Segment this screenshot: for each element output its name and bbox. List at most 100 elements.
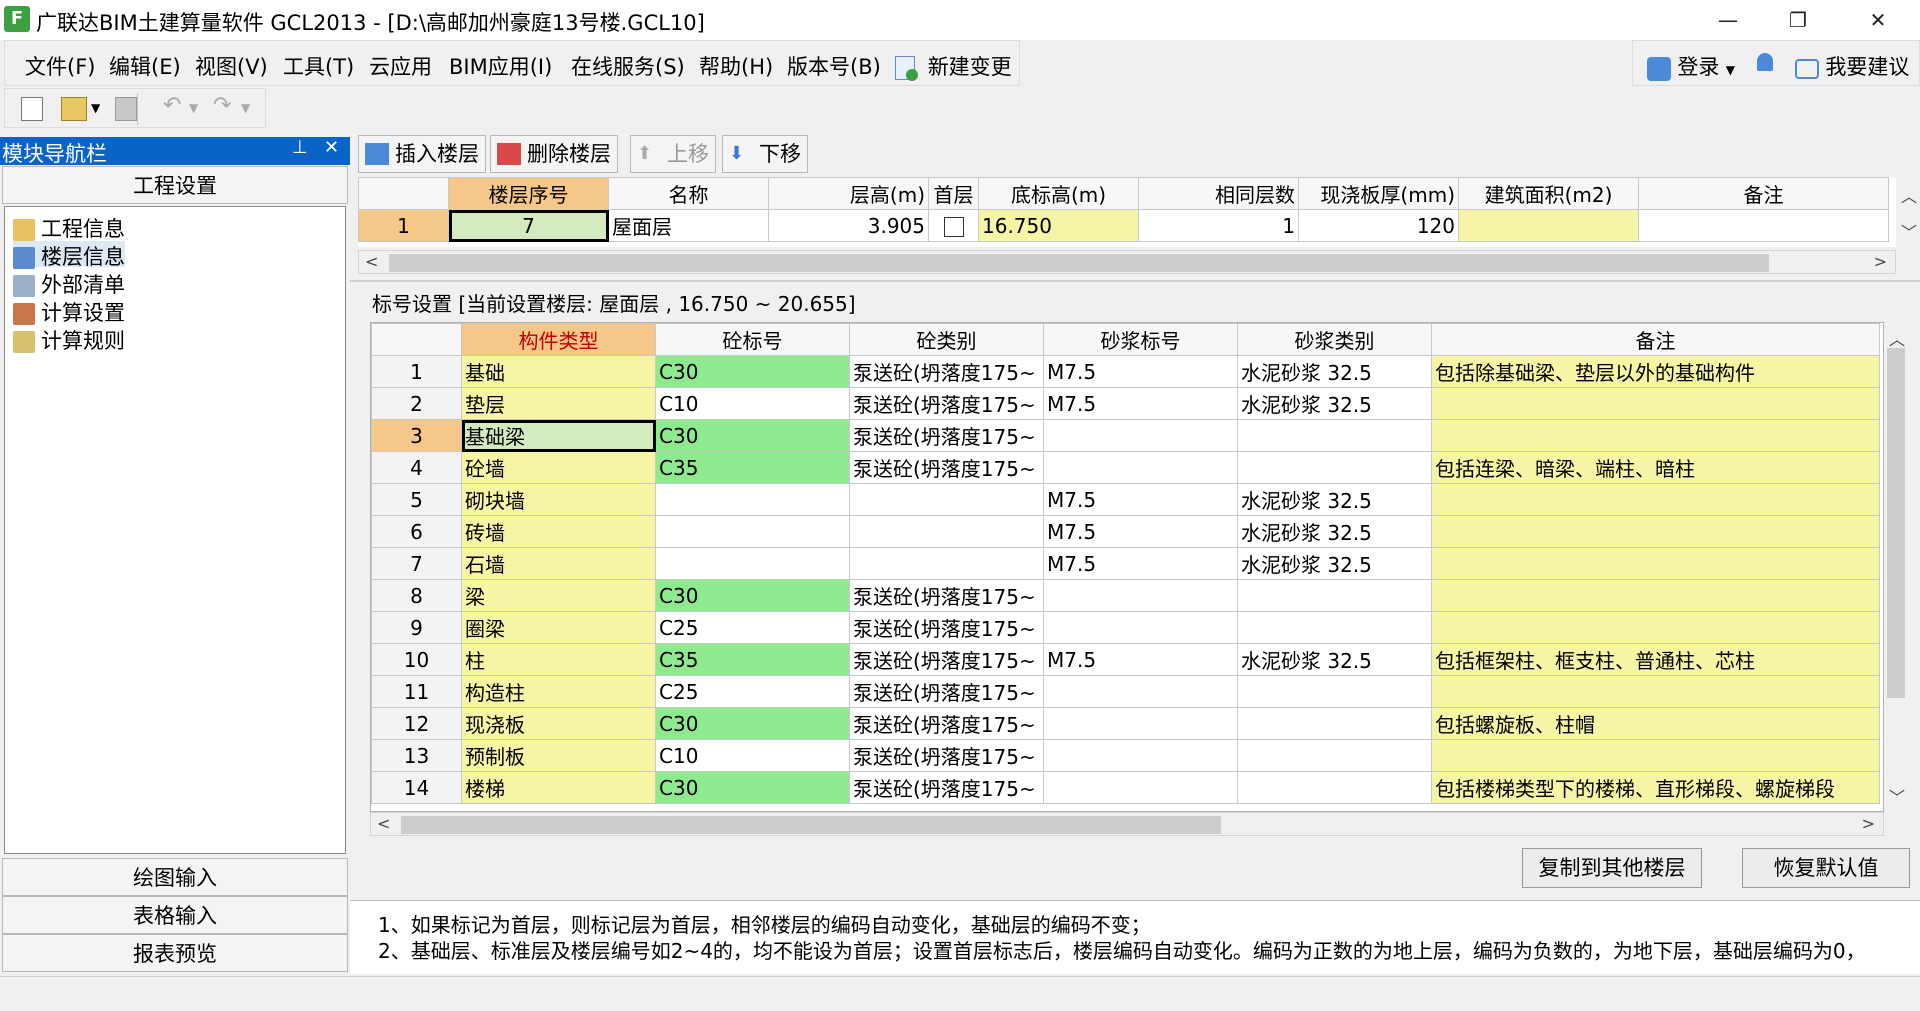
cell-category[interactable]: 泵送砼(坍落度175~: [849, 675, 1044, 708]
cell-mortar-grade[interactable]: [1043, 707, 1238, 740]
cell-mortar-category[interactable]: [1237, 451, 1432, 484]
cell-mortar-category[interactable]: [1237, 611, 1432, 644]
cell-mortar-grade[interactable]: [1043, 611, 1238, 644]
cell-mortar-category[interactable]: 水泥砂浆 32.5: [1237, 355, 1432, 388]
cell-note[interactable]: [1431, 419, 1880, 452]
cell-mortar-category[interactable]: [1237, 739, 1432, 772]
table-row[interactable]: 9 圈梁 C25 泵送砼(坍落度175~: [371, 611, 1880, 644]
grade-vscrollbar[interactable]: ︿ ﹀: [1884, 322, 1908, 812]
cell-type[interactable]: 圈梁: [461, 611, 656, 644]
restore-button[interactable]: ❐: [1766, 0, 1830, 40]
cell-grade[interactable]: [655, 483, 850, 516]
cell-mortar-category[interactable]: [1237, 675, 1432, 708]
menu-file[interactable]: 文件(F): [25, 51, 95, 81]
cell-grade[interactable]: C35: [655, 643, 850, 676]
cell-category[interactable]: 泵送砼(坍落度175~: [849, 579, 1044, 612]
cell-type[interactable]: 砌块墙: [461, 483, 656, 516]
menu-view[interactable]: 视图(V): [195, 51, 268, 81]
floor-hscrollbar[interactable]: < >: [358, 250, 1896, 274]
close-button[interactable]: ✕: [1846, 0, 1910, 40]
save-icon[interactable]: [115, 97, 137, 121]
cell-bottom[interactable]: 16.750: [978, 209, 1139, 242]
copy-to-floors-button[interactable]: 复制到其他楼层: [1522, 848, 1702, 888]
cell-mortar-grade[interactable]: [1043, 579, 1238, 612]
scroll-down-icon[interactable]: ﹀: [1901, 219, 1917, 243]
cell-area[interactable]: [1458, 209, 1639, 242]
cell-category[interactable]: 泵送砼(坍落度175~: [849, 611, 1044, 644]
cell-mortar-category[interactable]: 水泥砂浆 32.5: [1237, 387, 1432, 420]
cell-category[interactable]: [849, 515, 1044, 548]
cell-category[interactable]: 泵送砼(坍落度175~: [849, 771, 1044, 804]
scroll-thumb[interactable]: [1887, 348, 1905, 698]
cell-category[interactable]: 泵送砼(坍落度175~: [849, 739, 1044, 772]
tree-item-calc-rules[interactable]: 计算规则: [13, 325, 125, 353]
table-row[interactable]: 6 砖墙 M7.5 水泥砂浆 32.5: [371, 515, 1880, 548]
cell-mortar-grade[interactable]: M7.5: [1043, 643, 1238, 676]
cell-category[interactable]: [849, 483, 1044, 516]
cell-mortar-grade[interactable]: [1043, 771, 1238, 804]
table-row[interactable]: 14 楼梯 C30 泵送砼(坍落度175~ 包括楼梯类型下的楼梯、直形梯段、螺旋梯段: [371, 771, 1880, 804]
cell-category[interactable]: 泵送砼(坍落度175~: [849, 643, 1044, 676]
table-row[interactable]: 5 砌块墙 M7.5 水泥砂浆 32.5: [371, 483, 1880, 516]
cell-height[interactable]: 3.905: [768, 209, 929, 242]
menu-version[interactable]: 版本号(B): [787, 51, 881, 81]
first-floor-checkbox[interactable]: [943, 217, 964, 237]
scroll-thumb[interactable]: [401, 816, 1221, 834]
scroll-right-icon[interactable]: >: [1862, 814, 1875, 833]
cell-grade[interactable]: C30: [655, 771, 850, 804]
scroll-left-icon[interactable]: <: [377, 814, 390, 833]
menu-online[interactable]: 在线服务(S): [571, 51, 685, 81]
undo-dropdown-icon[interactable]: ▼: [189, 101, 198, 115]
cell-mortar-category[interactable]: 水泥砂浆 32.5: [1237, 515, 1432, 548]
tree-item-calc-settings[interactable]: 计算设置: [13, 297, 125, 325]
table-row[interactable]: 1 基础 C30 泵送砼(坍落度175~ M7.5 水泥砂浆 32.5 包括除基础梁、垫层以…: [371, 355, 1880, 388]
nav-report-preview[interactable]: 报表预览: [2, 934, 348, 972]
cell-type[interactable]: 基础: [461, 355, 656, 388]
cell-mortar-grade[interactable]: [1043, 675, 1238, 708]
col-header-seq[interactable]: 楼层序号: [448, 177, 609, 210]
scroll-up-icon[interactable]: ︿: [1889, 326, 1905, 350]
tree-item-project-info[interactable]: 工程信息: [13, 213, 125, 241]
scroll-right-icon[interactable]: >: [1874, 252, 1887, 271]
cell-category[interactable]: 泵送砼(坍落度175~: [849, 707, 1044, 740]
col-header-name[interactable]: 名称: [608, 177, 769, 210]
col-header-area[interactable]: 建筑面积(m2): [1458, 177, 1639, 210]
cell-first[interactable]: [928, 209, 979, 242]
minimize-button[interactable]: —: [1696, 0, 1760, 40]
table-row[interactable]: 13 预制板 C10 泵送砼(坍落度175~: [371, 739, 1880, 772]
cell-mortar-grade[interactable]: M7.5: [1043, 547, 1238, 580]
nav-close-icon[interactable]: ✕: [324, 137, 339, 158]
cell-note[interactable]: 包括连梁、暗梁、端柱、暗柱: [1431, 451, 1880, 484]
cell-note[interactable]: [1431, 579, 1880, 612]
col-header-first[interactable]: 首层: [928, 177, 979, 210]
move-up-button[interactable]: ⬆ 上移: [630, 135, 716, 173]
cell-note[interactable]: 包括除基础梁、垫层以外的基础构件: [1431, 355, 1880, 388]
col-header-thick[interactable]: 现浇板厚(mm): [1298, 177, 1459, 210]
cell-type[interactable]: 垫层: [461, 387, 656, 420]
cell-note[interactable]: 包括框架柱、框支柱、普通柱、芯柱: [1431, 643, 1880, 676]
cell-type[interactable]: 构造柱: [461, 675, 656, 708]
col-header-height[interactable]: 层高(m): [768, 177, 929, 210]
menu-tools[interactable]: 工具(T): [283, 51, 354, 81]
move-down-button[interactable]: ⬇ 下移: [722, 135, 808, 173]
redo-dropdown-icon[interactable]: ▼: [241, 101, 250, 115]
cell-mortar-grade[interactable]: M7.5: [1043, 483, 1238, 516]
delete-floor-button[interactable]: 删除楼层: [490, 135, 618, 173]
cell-mortar-grade[interactable]: M7.5: [1043, 355, 1238, 388]
cell-category[interactable]: 泵送砼(坍落度175~: [849, 387, 1044, 420]
table-row[interactable]: 8 梁 C30 泵送砼(坍落度175~: [371, 579, 1880, 612]
cell-name[interactable]: 屋面层: [608, 209, 769, 242]
cell-note[interactable]: [1431, 387, 1880, 420]
col-header-category[interactable]: 砼类别: [849, 323, 1044, 356]
cell-mortar-grade[interactable]: M7.5: [1043, 387, 1238, 420]
menu-bim[interactable]: BIM应用(I): [449, 51, 552, 81]
cell-mortar-category[interactable]: [1237, 707, 1432, 740]
cell-mortar-category[interactable]: [1237, 771, 1432, 804]
cell-category[interactable]: 泵送砼(坍落度175~: [849, 419, 1044, 452]
scroll-thumb[interactable]: [389, 254, 1769, 272]
cell-mortar-category[interactable]: 水泥砂浆 32.5: [1237, 483, 1432, 516]
cell-note[interactable]: 包括螺旋板、柱帽: [1431, 707, 1880, 740]
scroll-down-icon[interactable]: ﹀: [1889, 784, 1905, 808]
cell-category[interactable]: [849, 547, 1044, 580]
cell-grade[interactable]: C30: [655, 707, 850, 740]
